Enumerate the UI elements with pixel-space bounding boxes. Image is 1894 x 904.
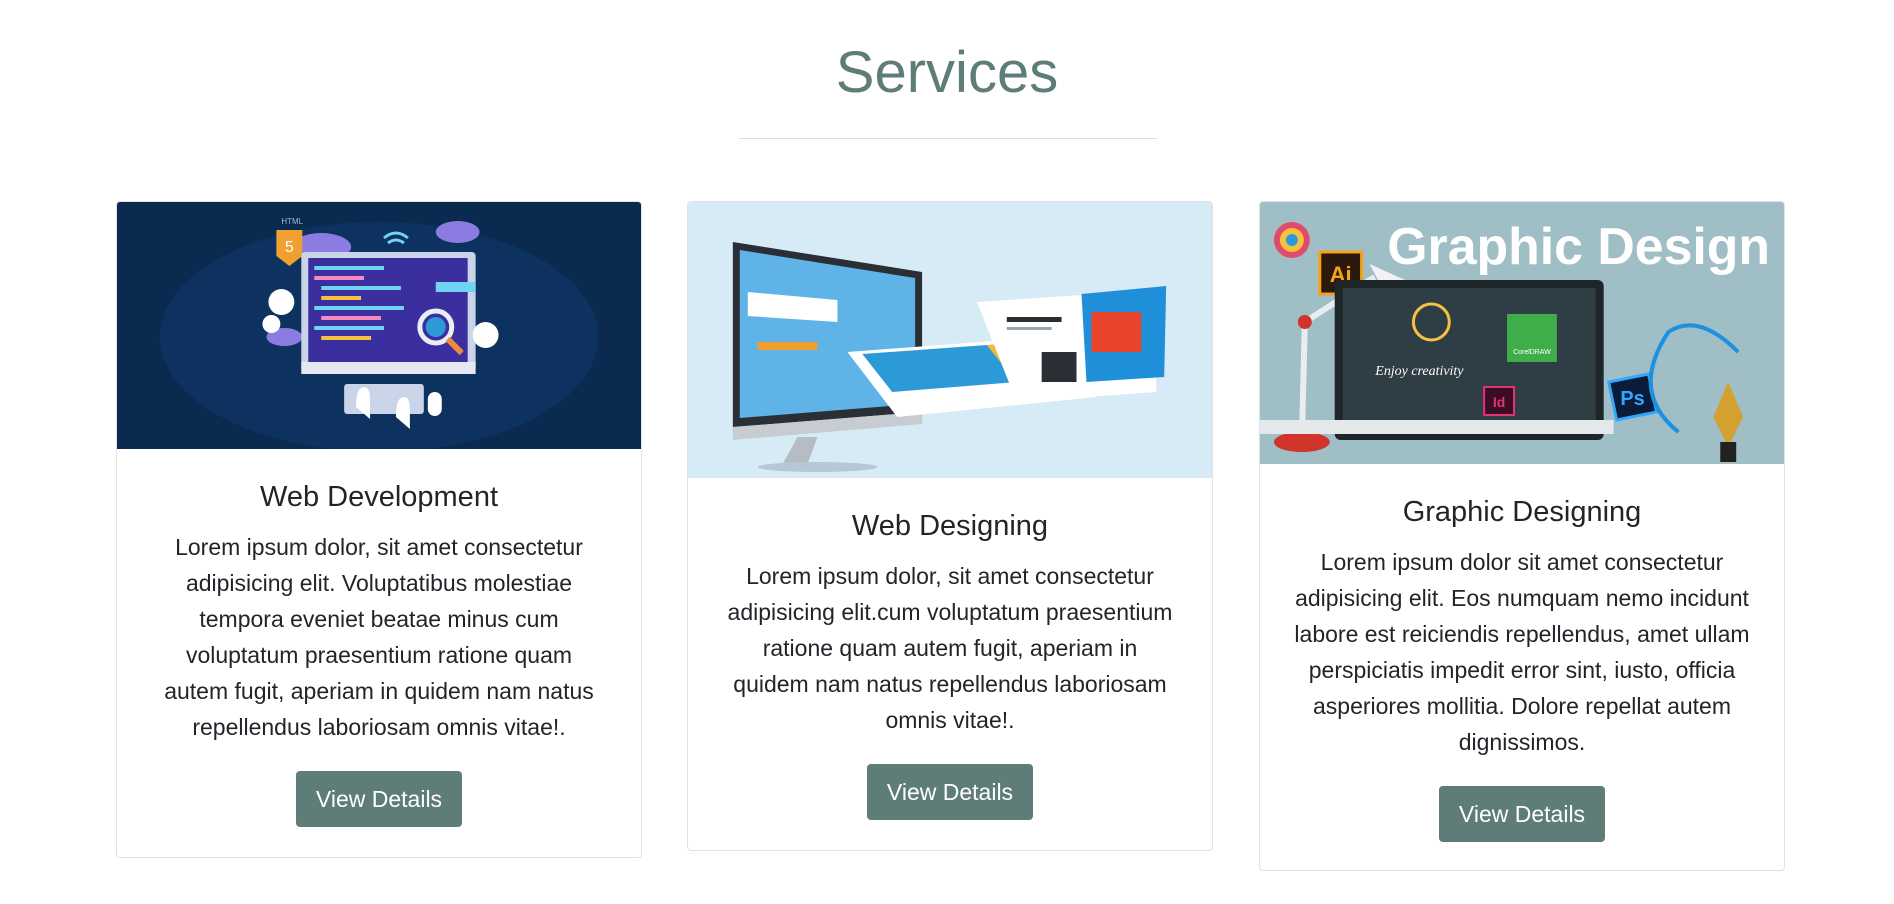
title-divider xyxy=(739,138,1157,139)
section-title: Services xyxy=(835,40,1059,105)
graphic-design-image: Graphic Design Ai Enjoy creativity Corel… xyxy=(1260,202,1784,464)
service-card-graphic-designing: Graphic Design Ai Enjoy creativity Corel… xyxy=(1259,201,1785,871)
view-details-button[interactable]: View Details xyxy=(295,771,463,827)
card-description: Lorem ipsum dolor, sit amet consectetur … xyxy=(727,563,1173,733)
html-badge-label: HTML xyxy=(281,217,303,226)
web-development-image: HTML 5 xyxy=(117,202,641,449)
id-badge: Id xyxy=(1493,394,1505,410)
service-card-web-development: HTML 5 Web Development Lorem ipsum dolor… xyxy=(116,201,642,858)
card-title: Graphic Designing xyxy=(1402,496,1642,528)
view-details-button[interactable]: View Details xyxy=(866,764,1034,820)
html-version-label: 5 xyxy=(285,239,294,256)
card-description: Lorem ipsum dolor sit amet consectetur a… xyxy=(1294,549,1750,755)
corel-badge: CorelDRAW xyxy=(1513,349,1551,356)
screen-text: Enjoy creativity xyxy=(1374,364,1464,379)
card-description: Lorem ipsum dolor, sit amet consectetur … xyxy=(164,534,594,740)
ps-badge: Ps xyxy=(1620,388,1644,410)
graphic-design-banner: Graphic Design xyxy=(1387,217,1770,275)
card-title: Web Designing xyxy=(851,510,1049,542)
web-design-image xyxy=(688,202,1212,478)
service-card-web-designing: Web Designing Lorem ipsum dolor, sit ame… xyxy=(687,201,1213,851)
view-details-button[interactable]: View Details xyxy=(1438,786,1606,842)
card-title: Web Development xyxy=(259,481,499,513)
